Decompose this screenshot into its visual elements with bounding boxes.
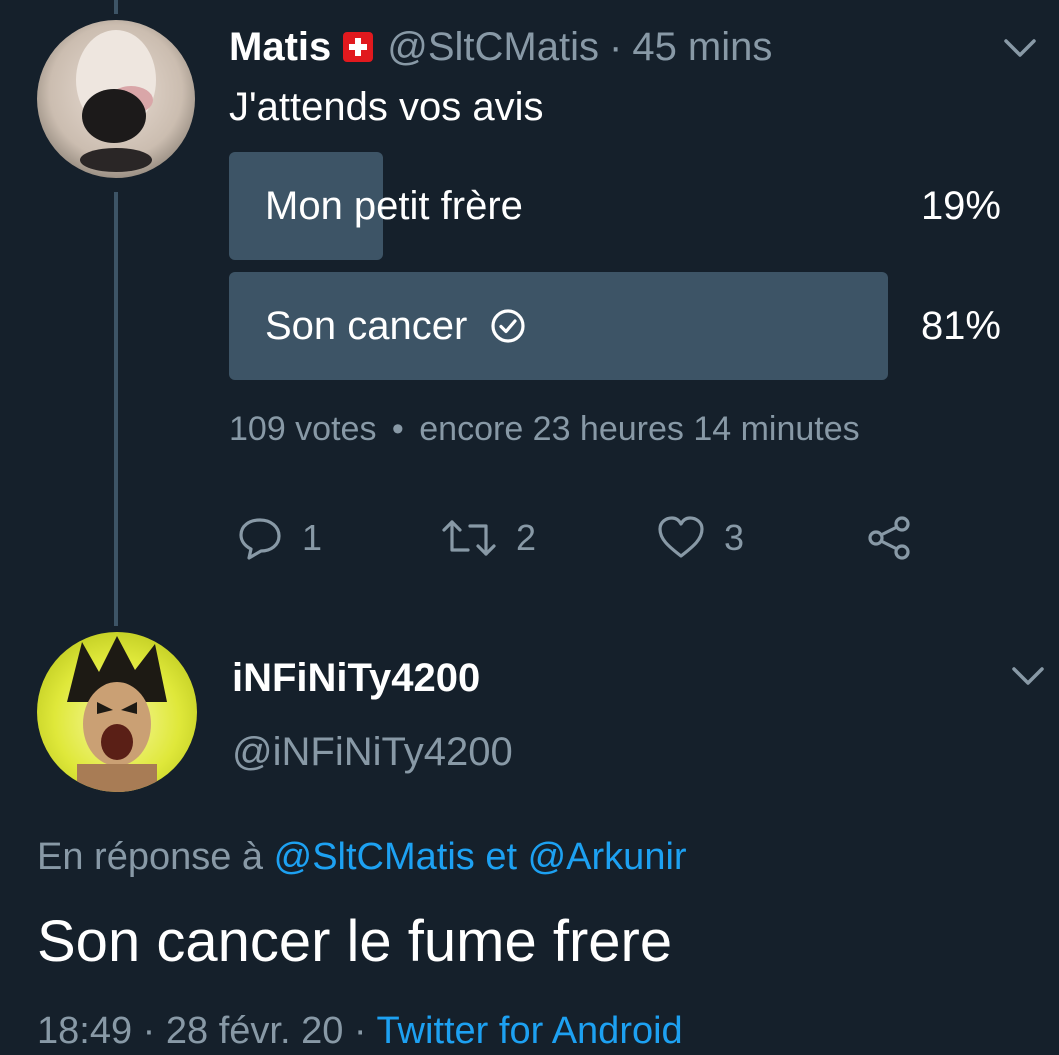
check-circle-icon	[491, 309, 525, 343]
reply-count: 1	[302, 517, 323, 558]
chevron-down-icon[interactable]	[1006, 654, 1050, 698]
poll-option-label: Son cancer	[265, 304, 468, 348]
reply-date: 28 févr. 20	[165, 1010, 344, 1052]
header-separator: ·	[609, 24, 623, 69]
reply-author-handle[interactable]: @iNFiNiTy4200	[232, 730, 513, 775]
reply-meta: 18:49 · 28 févr. 20 · Twitter for Androi…	[37, 1010, 683, 1053]
poll-option-label: Mon petit frère	[265, 184, 523, 228]
avatar-matis[interactable]	[37, 20, 195, 178]
mention-arkunir[interactable]: @Arkunir	[528, 836, 687, 878]
chevron-down-icon[interactable]	[998, 26, 1042, 70]
meta-separator: ·	[353, 1010, 367, 1052]
retweet-icon	[442, 520, 496, 556]
retweet-count: 2	[516, 517, 537, 558]
poll-option-percent: 19%	[920, 184, 1001, 228]
thread-line-top	[114, 0, 118, 14]
share-icon	[868, 516, 910, 560]
mention-sltcmatis[interactable]: @SltCMatis	[274, 836, 475, 878]
poll-option-1[interactable]: Mon petit frère 19%	[229, 152, 1001, 260]
thread-line	[114, 192, 118, 626]
tweet-time[interactable]: 45 mins	[632, 25, 772, 70]
swiss-flag-icon	[343, 32, 374, 62]
reply-button[interactable]: 1	[236, 514, 322, 562]
reply-source[interactable]: Twitter for Android	[376, 1010, 682, 1052]
poll-votes: 109 votes	[229, 410, 377, 448]
in-reply-to: En réponse à @SltCMatis et @Arkunir	[37, 836, 687, 879]
author-handle[interactable]: @SltCMatis	[387, 25, 599, 70]
reply-text: Son cancer le fume frere	[37, 909, 673, 974]
retweet-button[interactable]: 2	[440, 514, 536, 562]
poll-meta-dot: •	[391, 410, 404, 448]
heart-icon	[658, 516, 704, 558]
like-count: 3	[724, 517, 745, 558]
tweet-text: J'attends vos avis	[229, 85, 544, 129]
reply-time: 18:49	[37, 1010, 133, 1052]
poll-option-2[interactable]: Son cancer 81%	[229, 272, 1001, 380]
reply-icon	[239, 518, 281, 560]
tweet-header: Matis @SltCMatis · 45 mins	[229, 24, 772, 70]
poll-option-label-row: Son cancer	[265, 306, 527, 346]
poll-remaining: encore 23 heures 14 minutes	[419, 410, 860, 448]
poll-option-percent: 81%	[920, 304, 1001, 348]
meta-separator: ·	[142, 1010, 156, 1052]
poll-meta: 109 votes • encore 23 heures 14 minutes	[229, 410, 860, 449]
avatar-infinity[interactable]	[37, 632, 197, 792]
in-reply-prefix: En réponse à	[37, 836, 264, 878]
share-button[interactable]	[864, 514, 914, 567]
like-button[interactable]: 3	[656, 514, 744, 562]
mention-and: et	[485, 836, 518, 878]
author-name[interactable]: Matis	[229, 25, 331, 70]
reply-author-name[interactable]: iNFiNiTy4200	[232, 656, 480, 701]
